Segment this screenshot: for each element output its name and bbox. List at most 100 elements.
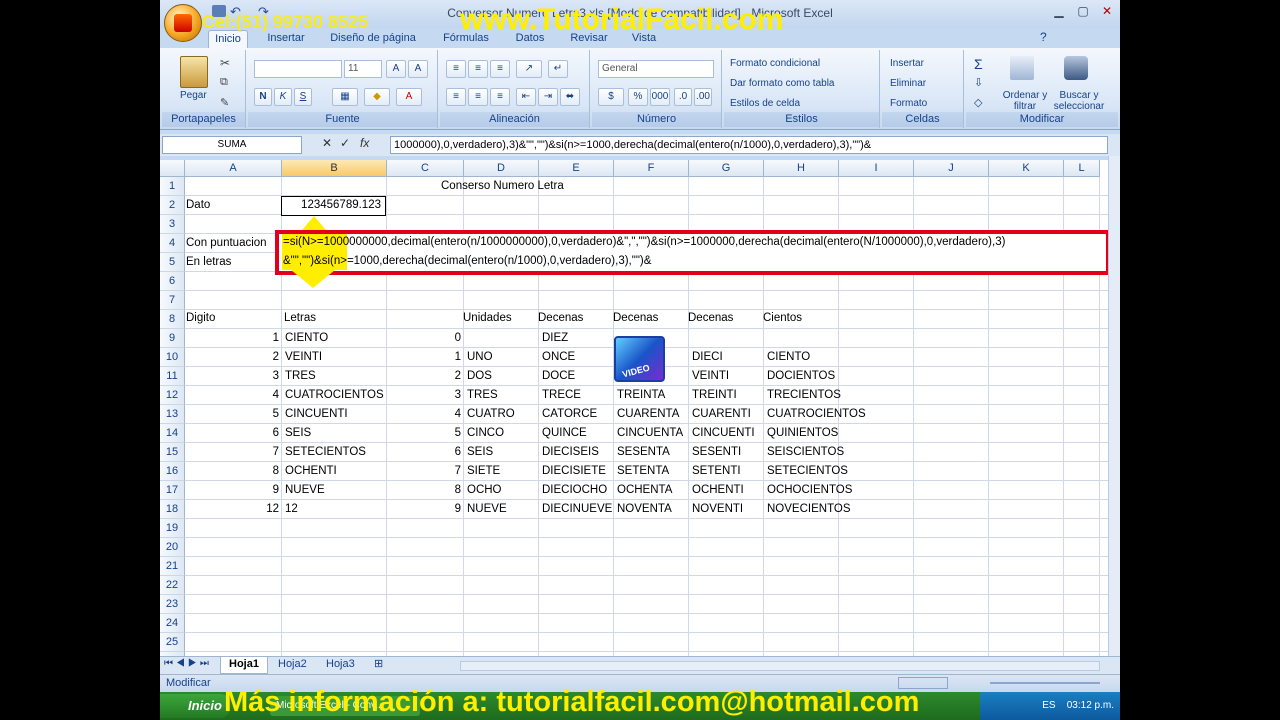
thousands-icon[interactable]: 000 xyxy=(650,88,670,106)
cell-decenas-2[interactable]: OCHENTA xyxy=(614,481,672,500)
cell-decenas-3[interactable]: CUARENTI xyxy=(689,405,751,424)
help-icon[interactable]: ? xyxy=(1040,30,1047,44)
cell-decenas-1[interactable]: DIECISEIS xyxy=(539,443,599,462)
cell-edit-line-1[interactable]: =si(N>=1000000000,decimal(entero(n/10000… xyxy=(283,236,1005,248)
column-header-d[interactable]: D xyxy=(464,160,539,177)
cell-decenas-3[interactable]: NOVENTI xyxy=(689,500,743,519)
row-header-19[interactable]: 19 xyxy=(160,519,185,538)
cell-cientos[interactable]: CUATROCIENTOS xyxy=(764,405,866,424)
insert-sheet-icon[interactable]: ⊞ xyxy=(366,657,391,674)
row-header-12[interactable]: 12 xyxy=(160,386,185,405)
fx-icon[interactable]: fx xyxy=(360,136,369,150)
delete-cells-button[interactable]: Eliminar xyxy=(890,78,926,89)
sheet-tab-hoja2[interactable]: Hoja2 xyxy=(270,657,315,674)
cell-decenas-1[interactable]: ONCE xyxy=(539,348,575,367)
percent-icon[interactable]: % xyxy=(628,88,648,106)
cell-digito[interactable]: 12 xyxy=(185,500,282,519)
align-right-icon[interactable]: ≡ xyxy=(490,88,510,106)
increase-indent-icon[interactable]: ⇥ xyxy=(538,88,558,106)
column-header-f[interactable]: F xyxy=(614,160,689,177)
row-header-10[interactable]: 10 xyxy=(160,348,185,367)
cell-decenas-3[interactable]: OCHENTI xyxy=(689,481,744,500)
header-letras[interactable]: Letras xyxy=(281,309,316,328)
cell-numero[interactable]: 3 xyxy=(387,386,464,405)
column-header-l[interactable]: L xyxy=(1064,160,1100,177)
cell-decenas-3[interactable]: CINCUENTI xyxy=(689,424,755,443)
video-icon[interactable]: VIDEO xyxy=(614,336,665,382)
cell-letras[interactable]: CUATROCIENTOS xyxy=(282,386,384,405)
cell-digito[interactable]: 8 xyxy=(185,462,282,481)
start-button[interactable]: Inicio xyxy=(160,694,230,718)
cell-decenas-1[interactable]: TRECE xyxy=(539,386,581,405)
fill-icon[interactable]: ⇩ xyxy=(974,76,983,89)
row-header-16[interactable]: 16 xyxy=(160,462,185,481)
cell-decenas-2[interactable]: SESENTA xyxy=(614,443,670,462)
cell-styles-button[interactable]: Estilos de celda xyxy=(730,98,800,109)
cell-cientos[interactable]: NOVECIENTOS xyxy=(764,500,851,519)
cell-letras[interactable]: TRES xyxy=(282,367,316,386)
borders-icon[interactable]: ▦ xyxy=(332,88,358,106)
cell-letras[interactable]: CIENTO xyxy=(282,329,328,348)
cell-numero[interactable]: 4 xyxy=(387,405,464,424)
italic-button[interactable]: K xyxy=(274,88,292,106)
cell-decenas-3[interactable]: SETENTI xyxy=(689,462,741,481)
header-unidades[interactable]: Unidades xyxy=(460,309,512,328)
increase-decimal-icon[interactable]: .0 xyxy=(674,88,692,106)
cell-letras[interactable]: OCHENTI xyxy=(282,462,337,481)
cell-decenas-1[interactable]: CATORCE xyxy=(539,405,597,424)
cell-unidades[interactable]: DOS xyxy=(464,367,492,386)
shrink-font-button[interactable]: A xyxy=(408,60,428,78)
cell-cientos[interactable]: QUINIENTOS xyxy=(764,424,838,443)
sort-filter-button[interactable]: Ordenar y filtrar xyxy=(1002,90,1048,112)
cell-cientos[interactable]: OCHOCIENTOS xyxy=(764,481,852,500)
cell-letras[interactable]: CINCUENTI xyxy=(282,405,348,424)
orientation-icon[interactable]: ↗ xyxy=(516,60,542,78)
copy-icon[interactable]: ⧉ xyxy=(220,76,228,89)
name-box[interactable]: SUMA xyxy=(162,136,302,154)
cell-unidades[interactable]: OCHO xyxy=(464,481,502,500)
cell-decenas-1[interactable]: DIECIOCHO xyxy=(539,481,607,500)
cell-decenas-3[interactable]: VEINTI xyxy=(689,367,729,386)
cell-dato-value[interactable]: 123456789.123 xyxy=(281,196,386,216)
cell-unidades[interactable]: CUATRO xyxy=(464,405,515,424)
row-header-23[interactable]: 23 xyxy=(160,595,185,614)
fill-color-icon[interactable]: ◆ xyxy=(364,88,390,106)
enter-icon[interactable]: ✓ xyxy=(340,136,350,150)
horizontal-scrollbar[interactable] xyxy=(460,661,1100,671)
row-header-11[interactable]: 11 xyxy=(160,367,185,386)
cell-cientos[interactable]: TRECIENTOS xyxy=(764,386,841,405)
decrease-decimal-icon[interactable]: .00 xyxy=(694,88,712,106)
row-header-13[interactable]: 13 xyxy=(160,405,185,424)
zoom-slider[interactable] xyxy=(990,682,1100,684)
cell-unidades[interactable]: SEIS xyxy=(464,443,493,462)
header-digito[interactable]: Digito xyxy=(183,309,215,328)
office-button[interactable] xyxy=(164,4,202,42)
font-name-combo[interactable] xyxy=(254,60,342,78)
formula-input[interactable]: 1000000),0,verdadero),3)&"","")&si(n>=10… xyxy=(390,136,1108,154)
close-button[interactable]: ✕ xyxy=(1096,4,1118,20)
cell-numero[interactable]: 6 xyxy=(387,443,464,462)
cell-decenas-1[interactable]: DIEZ xyxy=(539,329,568,348)
cell-numero[interactable]: 5 xyxy=(387,424,464,443)
row-header-22[interactable]: 22 xyxy=(160,576,185,595)
cell-decenas-2[interactable]: TREINTA xyxy=(614,386,665,405)
conditional-format-button[interactable]: Formato condicional xyxy=(730,58,820,69)
cancel-icon[interactable]: ✕ xyxy=(322,136,332,150)
cell-edit-line-2[interactable]: &"","")&si(n>=1000,derecha(decimal(enter… xyxy=(283,255,651,267)
cell-numero[interactable]: 1 xyxy=(387,348,464,367)
cell-numero[interactable]: 7 xyxy=(387,462,464,481)
header-decenas-2[interactable]: Decenas xyxy=(610,309,658,328)
cell-letras[interactable]: SETECIENTOS xyxy=(282,443,366,462)
underline-button[interactable]: S xyxy=(294,88,312,106)
font-size-combo[interactable]: 11 xyxy=(344,60,382,78)
row-header-14[interactable]: 14 xyxy=(160,424,185,443)
paste-icon[interactable] xyxy=(180,56,208,88)
row-header-8[interactable]: 8 xyxy=(160,310,185,329)
cell-unidades[interactable]: CINCO xyxy=(464,424,504,443)
grow-font-button[interactable]: A xyxy=(386,60,406,78)
row-header-6[interactable]: 6 xyxy=(160,272,185,291)
cell-decenas-3[interactable]: SESENTI xyxy=(689,443,741,462)
cell-digito[interactable]: 4 xyxy=(185,386,282,405)
cell-decenas-1[interactable]: DOCE xyxy=(539,367,575,386)
align-middle-icon[interactable]: ≡ xyxy=(468,60,488,78)
